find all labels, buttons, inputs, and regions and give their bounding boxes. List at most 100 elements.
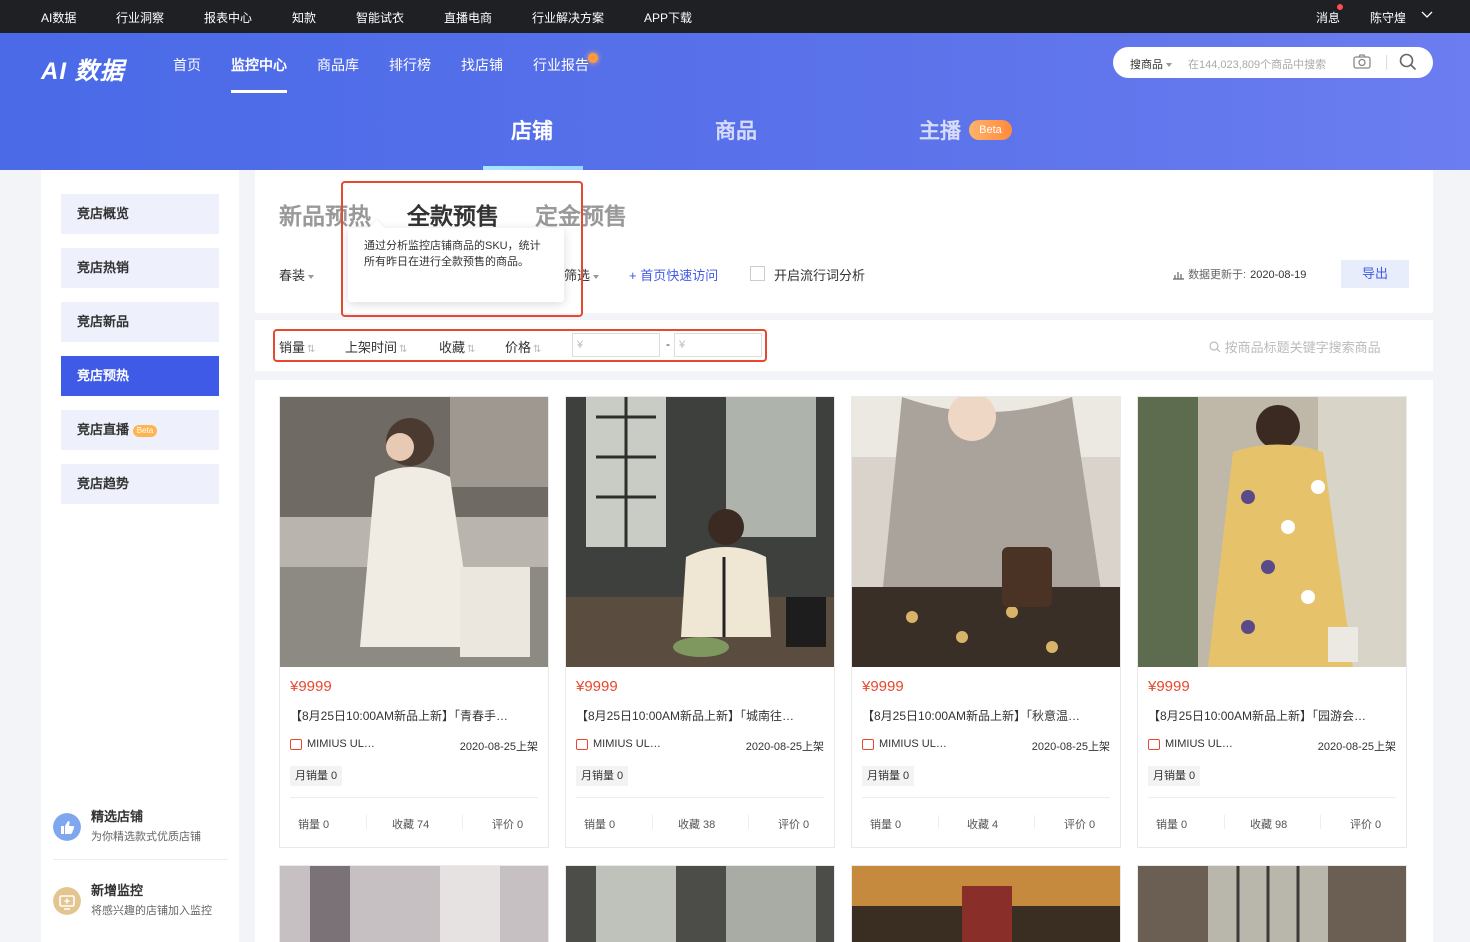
new-dot bbox=[588, 53, 598, 63]
sidebar-item-live[interactable]: 竞店直播 Beta bbox=[61, 410, 219, 450]
subtab-shop[interactable]: 店铺 bbox=[511, 115, 553, 145]
product-card[interactable] bbox=[565, 865, 835, 942]
monthly-sales: 月销量 0 bbox=[576, 766, 629, 786]
sidebar-item-trend[interactable]: 竞店趋势 bbox=[61, 464, 219, 504]
product-image[interactable] bbox=[1138, 866, 1406, 942]
logo[interactable]: AI 数据 bbox=[41, 51, 125, 86]
monthly-sales: 月销量 0 bbox=[1148, 766, 1201, 786]
shop-icon bbox=[576, 739, 588, 750]
topbar-link-live[interactable]: 直播电商 bbox=[444, 9, 492, 26]
sidebar-item-hot[interactable]: 竞店热销 bbox=[61, 248, 219, 288]
message-link[interactable]: 消息 bbox=[1316, 9, 1340, 26]
product-image[interactable] bbox=[1138, 397, 1406, 667]
thumbs-up-icon bbox=[53, 813, 81, 841]
product-grid: ¥9999 【8月25日10:00AM新品上新】「青春手… MIMIUS UL…… bbox=[255, 380, 1433, 942]
sidebar-item-new[interactable]: 竞店新品 bbox=[61, 302, 219, 342]
stat-sales: 销量 0 bbox=[870, 819, 902, 831]
beta-badge: Beta bbox=[969, 120, 1012, 140]
sidebar-item-overview[interactable]: 竞店概览 bbox=[61, 194, 219, 234]
subtab-product[interactable]: 商品 bbox=[715, 115, 757, 145]
topbar-link-report[interactable]: 报表中心 bbox=[204, 9, 252, 26]
shop-name[interactable]: MIMIUS UL… bbox=[593, 738, 661, 750]
trend-checkbox[interactable] bbox=[750, 266, 765, 281]
topbar-link-insight[interactable]: 行业洞察 bbox=[116, 9, 164, 26]
promo-featured-shops[interactable]: 精选店铺 为你精选款式优质店铺 bbox=[53, 806, 228, 856]
nav-monitor[interactable]: 监控中心 bbox=[231, 55, 287, 75]
shop-icon bbox=[290, 739, 302, 750]
highlight-box-sort bbox=[273, 329, 767, 362]
trend-checkbox-label[interactable]: 开启流行词分析 bbox=[774, 265, 865, 284]
stat-reviews: 评价 0 bbox=[778, 819, 810, 831]
nav-home[interactable]: 首页 bbox=[173, 55, 201, 75]
shop-name[interactable]: MIMIUS UL… bbox=[879, 738, 947, 750]
product-title[interactable]: 【8月25日10:00AM新品上新】「园游会… bbox=[1148, 707, 1398, 724]
stat-divider bbox=[462, 815, 463, 829]
nav-ranking[interactable]: 排行榜 bbox=[389, 55, 431, 75]
topbar-link-zhikuan[interactable]: 知款 bbox=[292, 9, 316, 26]
subtab-anchor[interactable]: 主播 bbox=[919, 115, 961, 145]
stat-sales: 销量 0 bbox=[584, 819, 616, 831]
stat-favorites: 收藏 4 bbox=[967, 819, 999, 831]
nav-products[interactable]: 商品库 bbox=[317, 55, 359, 75]
product-price: ¥9999 bbox=[1148, 678, 1190, 695]
topbar-link-tryon[interactable]: 智能试衣 bbox=[356, 9, 404, 26]
season-select[interactable]: 春装 bbox=[279, 265, 315, 284]
topbar-link-ai[interactable]: AI数据 bbox=[41, 9, 76, 26]
listing-date: 2020-08-25上架 bbox=[459, 741, 538, 753]
stat-divider bbox=[1034, 815, 1035, 829]
stat-favorites: 收藏 74 bbox=[392, 819, 430, 831]
keyword-search-input[interactable]: 按商品标题关键字搜索商品 bbox=[1209, 337, 1381, 356]
search-input[interactable]: 在144,023,809个商品中搜索 bbox=[1188, 56, 1326, 72]
product-card[interactable]: ¥9999 【8月25日10:00AM新品上新】「园游会… MIMIUS UL…… bbox=[1137, 396, 1407, 848]
topbar-link-solution[interactable]: 行业解决方案 bbox=[532, 9, 604, 26]
stat-reviews: 评价 0 bbox=[1064, 819, 1096, 831]
product-image[interactable] bbox=[852, 397, 1120, 667]
header: AI 数据 首页 监控中心 商品库 排行榜 找店铺 行业报告 搜商品 在144,… bbox=[0, 33, 1470, 170]
message-dot bbox=[1337, 4, 1343, 10]
product-image[interactable] bbox=[280, 866, 548, 942]
update-info: 数据更新于: 2020-08-19 bbox=[1172, 266, 1306, 282]
bar-chart-icon bbox=[1173, 272, 1184, 280]
product-title[interactable]: 【8月25日10:00AM新品上新】「城南往… bbox=[576, 707, 826, 724]
product-title[interactable]: 【8月25日10:00AM新品上新】「秋意温… bbox=[862, 707, 1112, 724]
card-divider bbox=[862, 797, 1110, 798]
product-image[interactable] bbox=[280, 397, 548, 667]
product-card[interactable] bbox=[279, 865, 549, 942]
product-card[interactable]: ¥9999 【8月25日10:00AM新品上新】「青春手… MIMIUS UL…… bbox=[279, 396, 549, 848]
sidebar-item-label: 竞店直播 bbox=[77, 422, 130, 437]
shop-icon bbox=[862, 739, 874, 750]
search-icon[interactable] bbox=[1399, 53, 1417, 71]
export-button[interactable]: 导出 bbox=[1341, 260, 1409, 288]
product-image[interactable] bbox=[852, 866, 1120, 942]
user-name[interactable]: 陈守煌 bbox=[1370, 9, 1406, 26]
product-card[interactable] bbox=[1137, 865, 1407, 942]
product-card[interactable]: ¥9999 【8月25日10:00AM新品上新】「城南往… MIMIUS UL…… bbox=[565, 396, 835, 848]
shop-name[interactable]: MIMIUS UL… bbox=[1165, 738, 1233, 750]
product-card[interactable]: ¥9999 【8月25日10:00AM新品上新】「秋意温… MIMIUS UL…… bbox=[851, 396, 1121, 848]
stat-sales: 销量 0 bbox=[298, 819, 330, 831]
stat-reviews: 评价 0 bbox=[492, 819, 524, 831]
product-price: ¥9999 bbox=[290, 678, 332, 695]
sidebar-item-preheat[interactable]: 竞店预热 bbox=[61, 356, 219, 396]
shop-name[interactable]: MIMIUS UL… bbox=[307, 738, 375, 750]
camera-icon[interactable] bbox=[1353, 54, 1371, 69]
product-price: ¥9999 bbox=[576, 678, 618, 695]
search-type-select[interactable]: 搜商品 bbox=[1130, 56, 1172, 72]
sidebar: 竞店概览 竞店热销 竞店新品 竞店预热 竞店直播 Beta 竞店趋势 精选店铺 为… bbox=[41, 170, 239, 942]
update-date: 2020-08-19 bbox=[1250, 269, 1307, 281]
promo-subtitle: 为你精选款式优质店铺 bbox=[91, 831, 201, 843]
product-title[interactable]: 【8月25日10:00AM新品上新】「青春手… bbox=[290, 707, 540, 724]
nav-report[interactable]: 行业报告 bbox=[533, 55, 589, 75]
chevron-down-icon[interactable] bbox=[1421, 11, 1433, 19]
card-divider bbox=[1148, 797, 1396, 798]
promo-add-monitor[interactable]: 新增监控 将感兴趣的店铺加入监控 bbox=[53, 880, 228, 930]
topbar-link-app[interactable]: APP下载 bbox=[644, 9, 692, 26]
product-image[interactable] bbox=[566, 866, 834, 942]
quick-access-link[interactable]: + 首页快速访问 bbox=[629, 265, 718, 284]
nav-shops[interactable]: 找店铺 bbox=[461, 55, 503, 75]
listing-date: 2020-08-25上架 bbox=[745, 741, 824, 753]
product-image[interactable] bbox=[566, 397, 834, 667]
product-card[interactable] bbox=[851, 865, 1121, 942]
search-icon bbox=[1209, 341, 1221, 353]
promo-divider bbox=[53, 859, 228, 860]
